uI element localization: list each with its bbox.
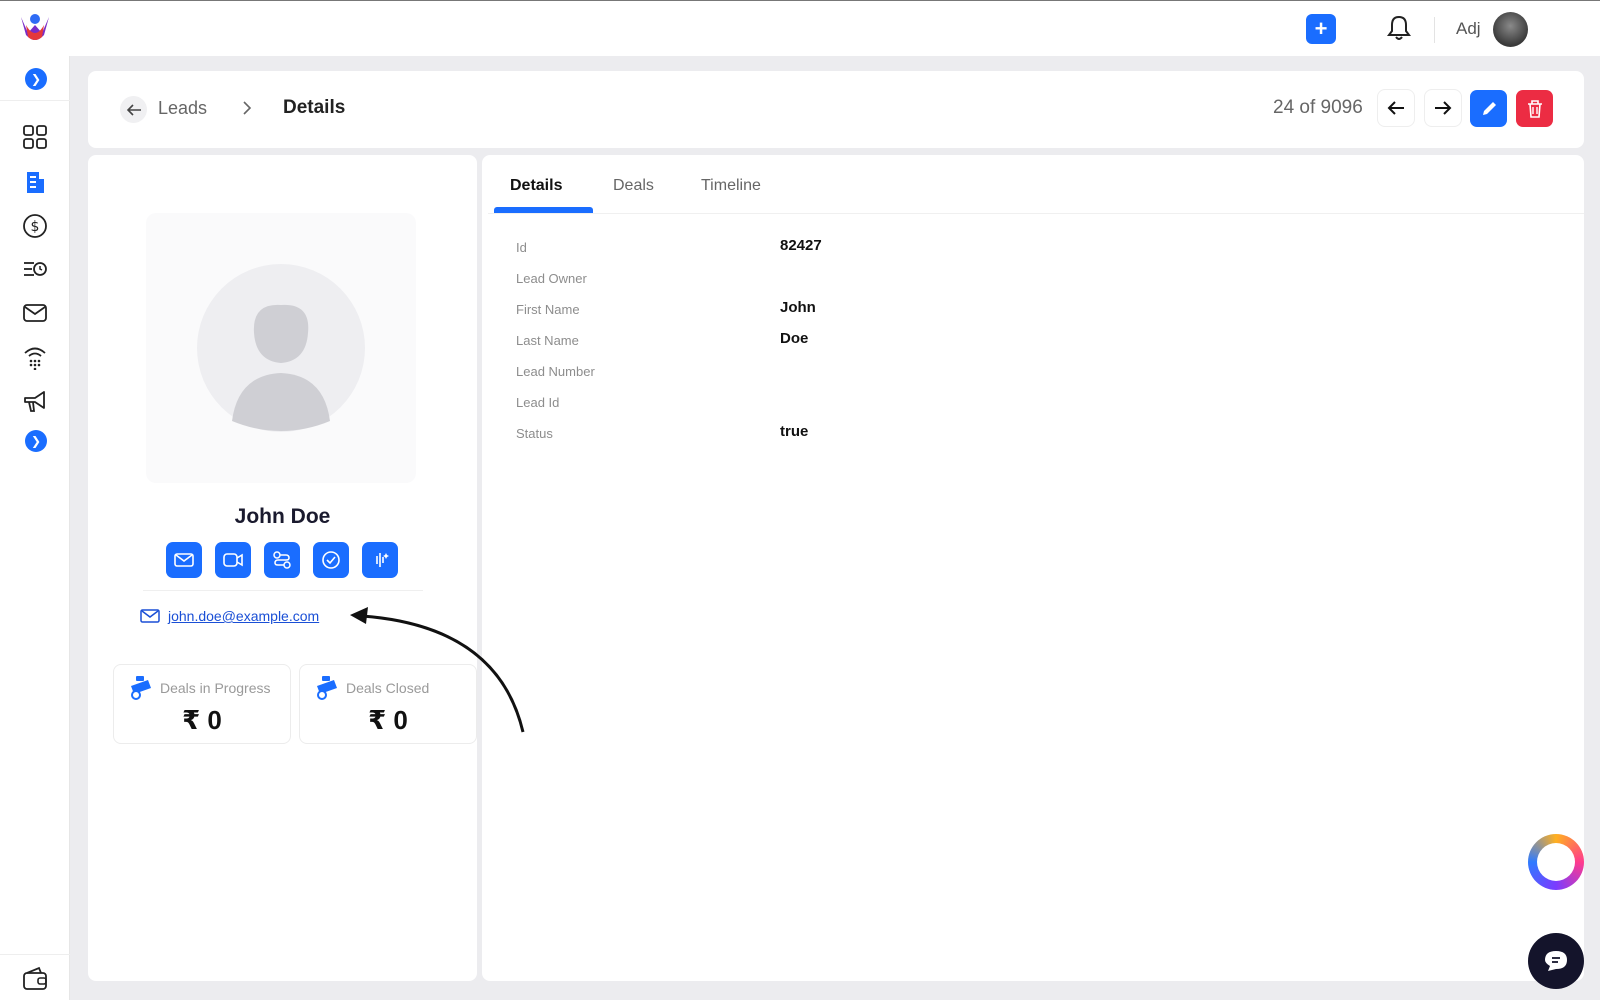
badge-icon: [322, 551, 340, 569]
chevron-right-icon: [243, 101, 252, 115]
mail-icon: [174, 553, 194, 567]
app-logo[interactable]: [18, 11, 52, 45]
sparkle-icon: [376, 553, 389, 567]
sidebar-more-chevron-down-icon[interactable]: ❯: [25, 430, 47, 452]
avatar[interactable]: [1493, 12, 1528, 47]
arrow-left-icon: [1387, 101, 1404, 115]
annotation-arrow: [350, 607, 525, 733]
svg-text:$: $: [31, 219, 40, 235]
details-header: Leads Details 24 of 9096: [88, 71, 1584, 148]
field-value-id: 82427: [780, 237, 822, 254]
chat-bubble-icon: [1545, 951, 1567, 971]
sidebar-item-building-icon[interactable]: [22, 169, 48, 195]
sidebar-wallet-icon[interactable]: [22, 966, 48, 992]
assistant-ring-button[interactable]: [1528, 834, 1584, 890]
tab-details[interactable]: Details: [510, 177, 562, 195]
send-mail-button[interactable]: [166, 542, 202, 578]
user-name[interactable]: Adj: [1456, 19, 1481, 39]
arrow-left-icon: [126, 103, 141, 116]
pencil-icon: [1482, 101, 1496, 115]
stat-value: ₹ 0: [182, 705, 222, 735]
stat-deals-in-progress: Deals in Progress ₹ 0: [113, 664, 291, 744]
ai-button[interactable]: [362, 542, 398, 578]
field-label-status: Status: [516, 426, 553, 441]
sidebar-item-dollar-icon[interactable]: $: [22, 213, 48, 239]
previous-record-button[interactable]: [1377, 89, 1415, 127]
record-pager: 24 of 9096: [1273, 97, 1363, 118]
sidebar: ❯ $ ❯: [0, 56, 70, 1000]
sidebar-toggle-chevron-right-icon[interactable]: ❯: [25, 68, 47, 90]
route-icon: [273, 551, 291, 569]
sidebar-item-megaphone-icon[interactable]: [22, 388, 48, 414]
delete-button[interactable]: [1516, 90, 1553, 127]
field-value-last-name: Doe: [780, 330, 809, 347]
deal-progress-icon: [131, 676, 151, 700]
bell-icon[interactable]: [1384, 13, 1414, 43]
field-label-first-name: First Name: [516, 302, 580, 317]
profile-name: John Doe: [234, 505, 331, 528]
sidebar-divider: [0, 100, 70, 101]
top-bar: + Adj: [0, 0, 1600, 56]
email-row: john.doe@example.com: [140, 608, 319, 624]
arrow-right-icon: [1435, 101, 1452, 115]
badge-button[interactable]: [313, 542, 349, 578]
edit-button[interactable]: [1470, 90, 1507, 127]
video-call-button[interactable]: [215, 542, 251, 578]
field-label-last-name: Last Name: [516, 333, 579, 348]
profile-photo[interactable]: [146, 213, 416, 483]
page-title: Details: [283, 97, 346, 118]
tab-deals[interactable]: Deals: [613, 177, 654, 195]
sidebar-item-list-clock-icon[interactable]: [22, 256, 48, 282]
sidebar-item-mail-icon[interactable]: [22, 300, 48, 326]
field-label-lead-id: Lead Id: [516, 395, 560, 410]
person-placeholder-icon: [197, 264, 365, 432]
chat-button[interactable]: [1528, 933, 1584, 989]
email-link[interactable]: john.doe@example.com: [168, 608, 319, 624]
field-value-status: true: [780, 423, 809, 440]
field-value-first-name: John: [780, 299, 816, 316]
field-label-lead-owner: Lead Owner: [516, 271, 587, 286]
tab-bar: Details Deals Timeline: [488, 155, 1584, 214]
top-divider: [1434, 17, 1435, 43]
field-label-lead-number: Lead Number: [516, 364, 595, 379]
video-icon: [223, 553, 243, 567]
back-button[interactable]: [120, 96, 147, 123]
sidebar-item-phone-signal-icon[interactable]: [22, 344, 48, 370]
field-label-id: Id: [516, 240, 527, 255]
stat-label: Deals in Progress: [160, 680, 271, 696]
tab-timeline[interactable]: Timeline: [701, 177, 761, 195]
sidebar-bottom-divider: [0, 954, 70, 955]
mail-icon: [140, 609, 160, 623]
trash-icon: [1527, 99, 1542, 118]
sidebar-item-grid-icon[interactable]: [22, 124, 48, 150]
profile-actions: [166, 542, 398, 578]
route-button[interactable]: [264, 542, 300, 578]
active-tab-indicator: [494, 207, 593, 213]
add-button[interactable]: +: [1306, 14, 1336, 44]
profile-card: John Doe john.doe@example.com Deals in P…: [88, 155, 477, 981]
breadcrumb-leads[interactable]: Leads: [158, 98, 207, 119]
details-panel: Details Deals Timeline Id 82427 Lead Own…: [482, 155, 1584, 981]
next-record-button[interactable]: [1424, 89, 1462, 127]
